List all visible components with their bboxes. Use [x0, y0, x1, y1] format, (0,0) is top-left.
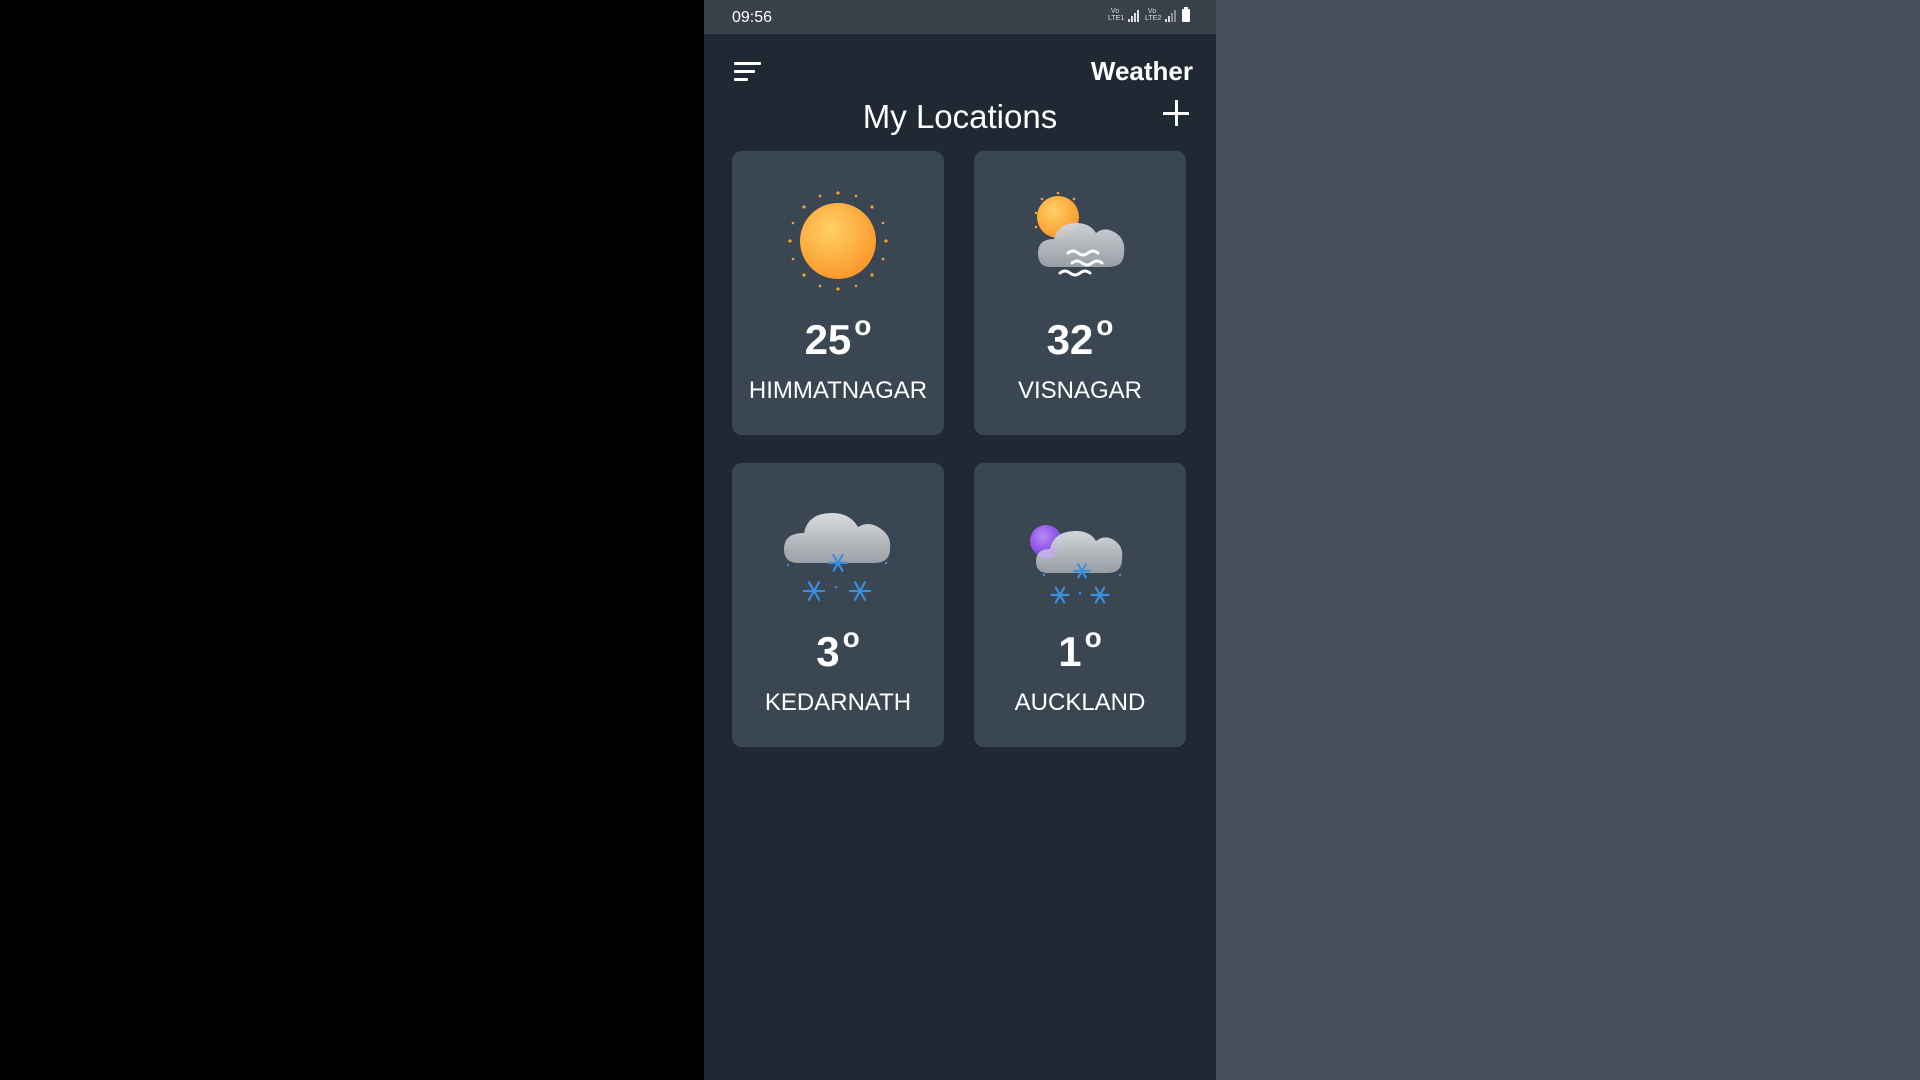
volte-2-icon: Vo LTE2 — [1145, 8, 1162, 22]
location-card-himmatnagar[interactable]: 25 o HIMMATNAGAR — [732, 151, 944, 435]
city-name: VISNAGAR — [1017, 377, 1143, 404]
right-background — [1216, 0, 1920, 1080]
sunny-icon — [788, 191, 888, 291]
location-card-auckland[interactable]: 1o AUCKLAND — [974, 463, 1186, 747]
status-time: 09:56 — [732, 9, 773, 26]
temperature: 32 o — [1046, 310, 1114, 363]
app-title: Weather — [1090, 56, 1193, 86]
phone-screen: 09:56 Vo LTE1 Vo LTE2 Weather My Locations — [704, 0, 1216, 1080]
status-bar: 09:56 Vo LTE1 Vo LTE2 — [704, 0, 1216, 34]
location-card-kedarnath[interactable]: 3o KEDARNATH — [732, 463, 944, 747]
city-name: KEDARNATH — [764, 689, 912, 716]
battery-icon — [1182, 7, 1190, 22]
city-name: AUCKLAND — [1014, 689, 1146, 716]
temperature: 3o — [816, 622, 860, 675]
temperature: 25 o — [804, 310, 872, 363]
menu-icon[interactable] — [734, 62, 762, 84]
signal-2-icon — [1165, 10, 1176, 22]
location-card-visnagar[interactable]: 32 o VISNAGAR — [974, 151, 1186, 435]
signal-1-icon — [1128, 10, 1139, 22]
section-title: My Locations — [862, 98, 1058, 135]
snow-icon — [784, 513, 891, 601]
sun-fog-icon — [1034, 191, 1125, 277]
status-icons: Vo LTE1 Vo LTE2 — [1108, 7, 1190, 22]
volte-1-icon: Vo LTE1 — [1108, 8, 1125, 22]
left-background — [0, 0, 704, 1080]
plus-icon[interactable] — [1159, 96, 1193, 130]
city-name: HIMMATNAGAR — [748, 377, 928, 404]
temperature: 1o — [1058, 622, 1102, 675]
night-snow-icon — [1030, 525, 1123, 604]
